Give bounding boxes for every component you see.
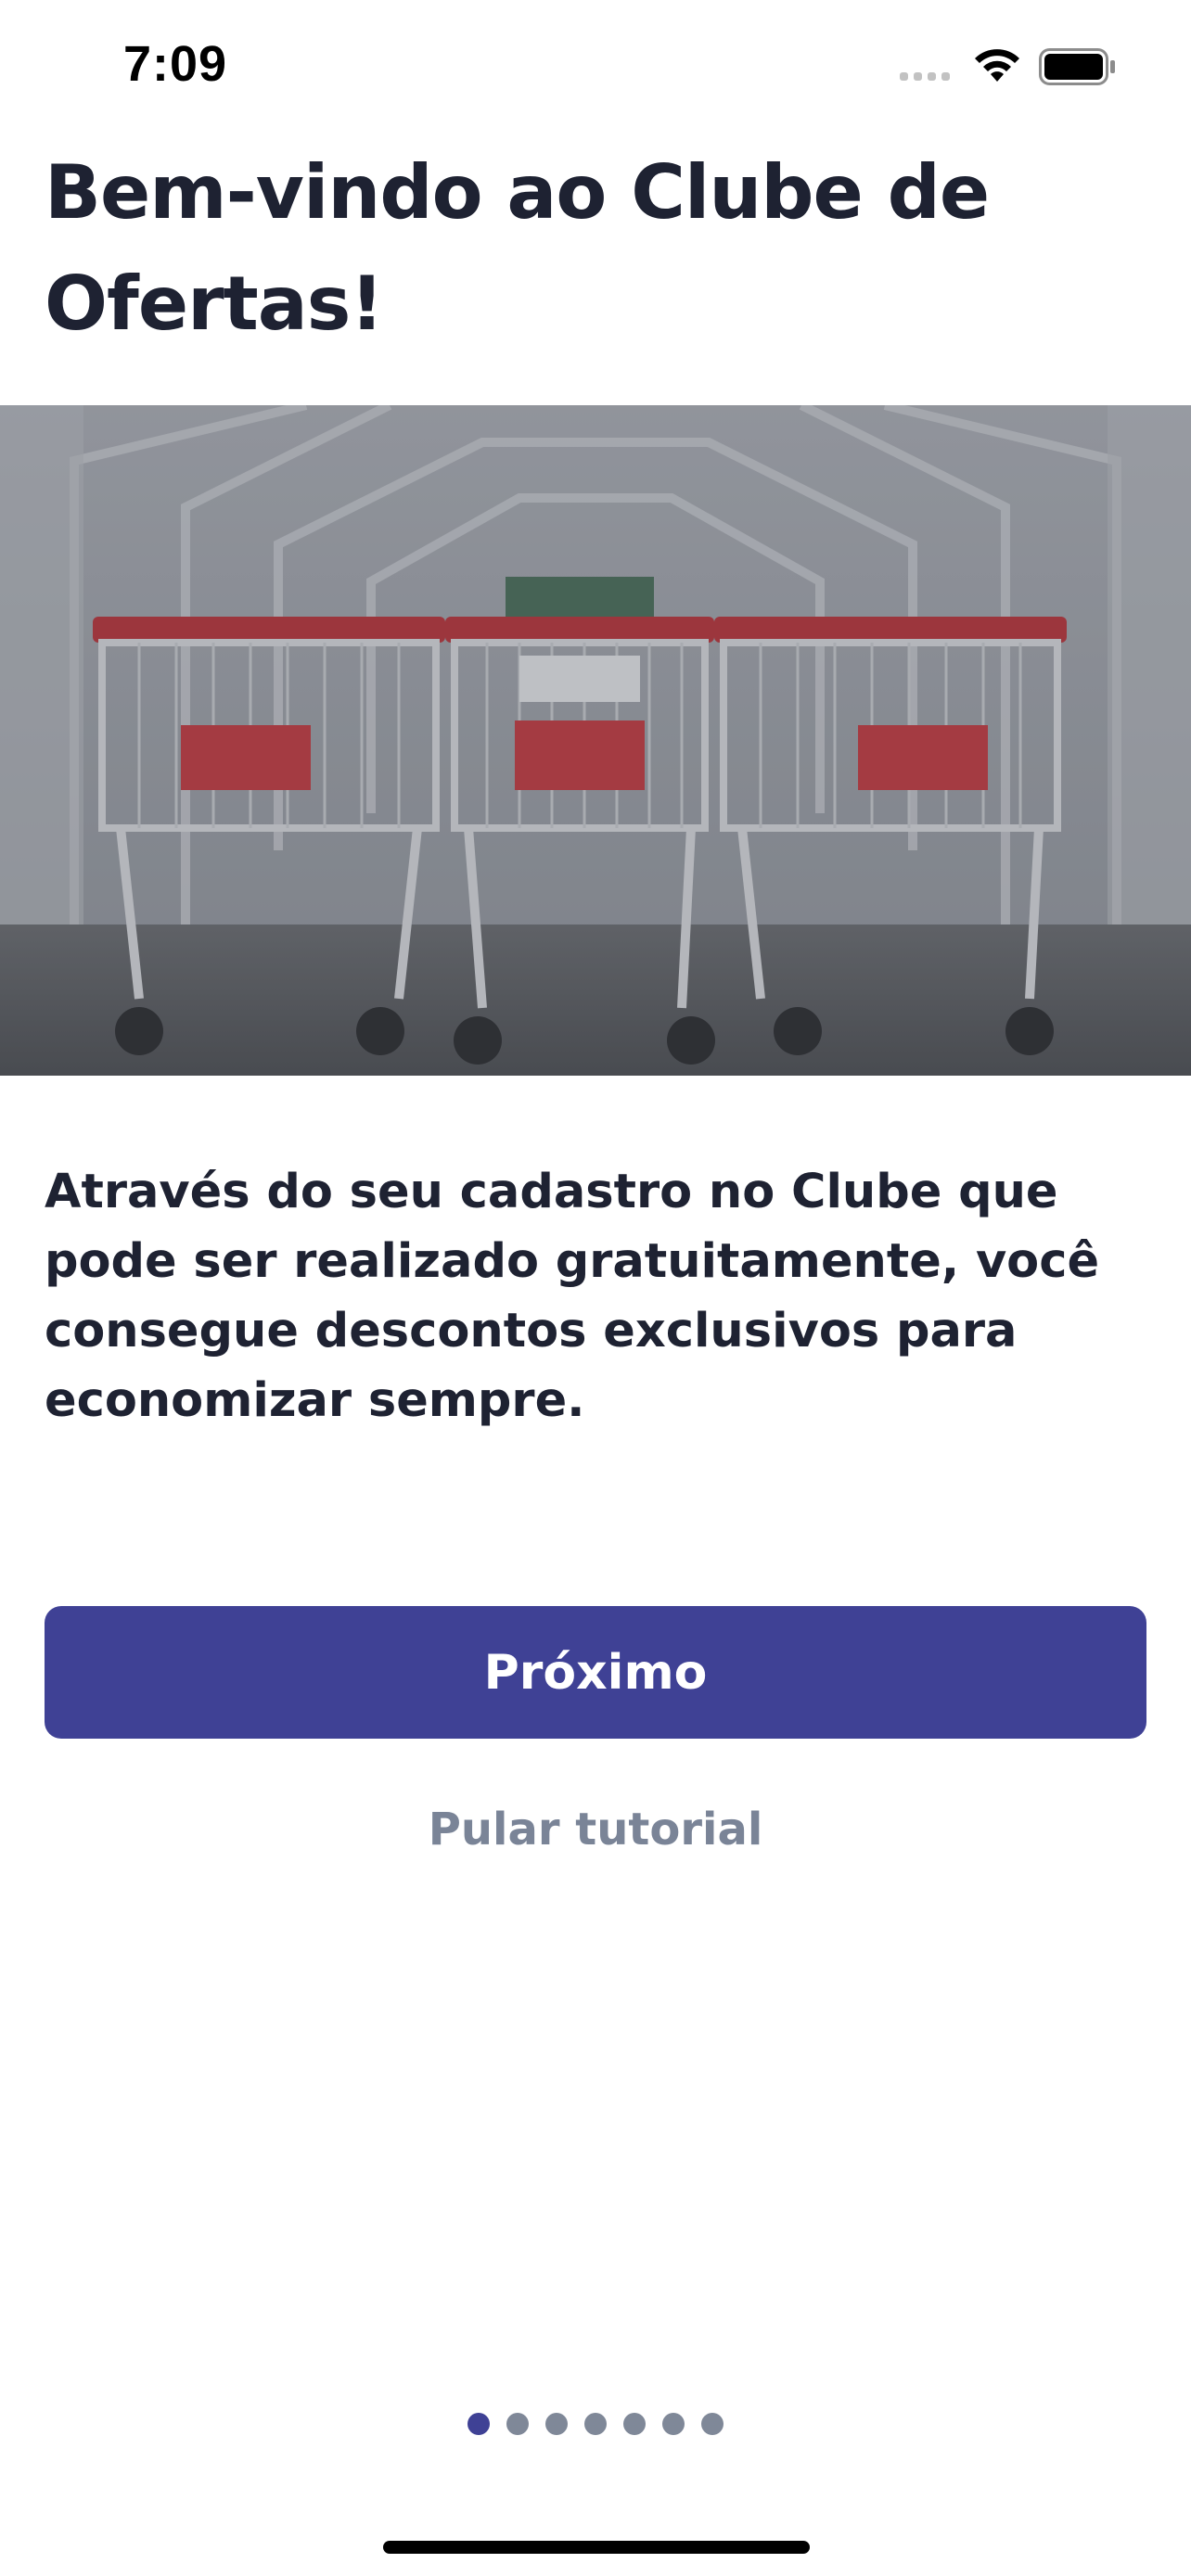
page-dot-3[interactable] [545, 2413, 568, 2435]
pagination-dots [0, 2413, 1191, 2435]
skip-tutorial-label: Pular tutorial [428, 1804, 763, 1855]
status-time: 7:09 [123, 36, 228, 92]
page-dot-1[interactable] [467, 2413, 490, 2435]
status-bar: 7:09 [0, 0, 1191, 130]
next-button[interactable]: Próximo [45, 1606, 1146, 1739]
page-dot-4[interactable] [584, 2413, 607, 2435]
page-title: Bem-vindo ao Clube de Ofertas! [45, 149, 990, 347]
skip-tutorial-link[interactable]: Pular tutorial [0, 1804, 1191, 1855]
battery-icon [1039, 48, 1115, 85]
page-dot-2[interactable] [506, 2413, 529, 2435]
onboarding-description: Através do seu cadastro no Clube que pod… [45, 1165, 1100, 1428]
next-button-label: Próximo [483, 1644, 708, 1701]
page-dot-6[interactable] [662, 2413, 685, 2435]
page-dot-7[interactable] [701, 2413, 724, 2435]
page-dot-5[interactable] [623, 2413, 646, 2435]
wifi-icon [975, 49, 1019, 82]
cellular-signal-icon [900, 72, 950, 81]
home-indicator [383, 2541, 810, 2554]
shopping-carts-image [0, 405, 1191, 1076]
